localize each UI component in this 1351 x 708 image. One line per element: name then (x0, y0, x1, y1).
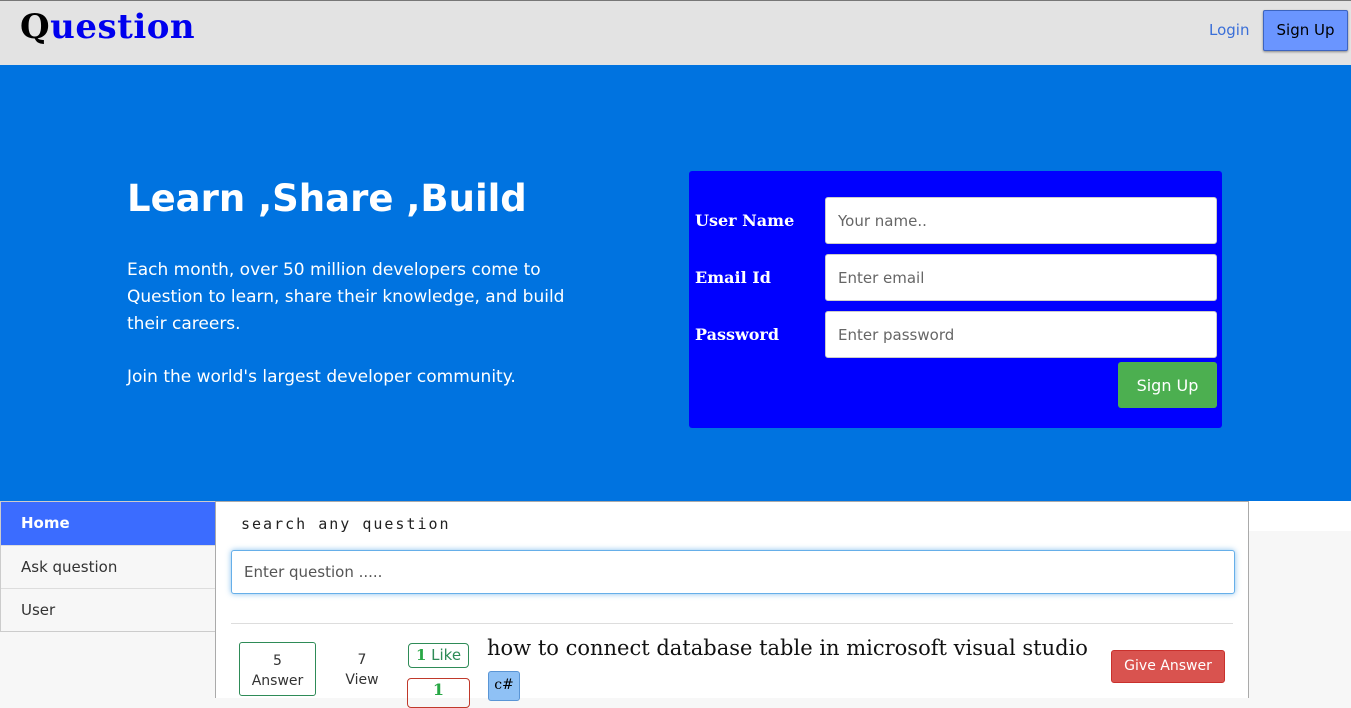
sidebar-item-ask-question[interactable]: Ask question (1, 545, 215, 588)
logo-rest: uestion (50, 7, 196, 47)
like-label: Like (431, 646, 462, 664)
hero-section: Learn ,Share ,Build Each month, over 50 … (0, 65, 1351, 501)
signup-button-top[interactable]: Sign Up (1263, 10, 1348, 51)
search-input[interactable] (231, 550, 1235, 594)
signup-form: User Name Email Id Password Sign Up (689, 171, 1222, 428)
view-count-label: View (345, 672, 379, 688)
hero-join-text: Join the world's largest developer commu… (127, 367, 516, 387)
question-tag[interactable]: c# (488, 671, 520, 701)
email-input[interactable] (825, 254, 1217, 301)
view-count: 7 (357, 652, 367, 668)
email-label: Email Id (695, 268, 771, 287)
sidebar-item-home[interactable]: Home (1, 502, 215, 545)
divider (231, 623, 1233, 624)
right-strip (1248, 501, 1351, 531)
answer-count-box: 5 Answer (239, 642, 316, 696)
give-answer-button[interactable]: Give Answer (1111, 650, 1225, 683)
username-label: User Name (695, 211, 795, 230)
top-navbar: Question Login Sign Up (0, 0, 1351, 65)
username-input[interactable] (825, 197, 1217, 244)
dislike-button[interactable]: 1 (407, 678, 470, 708)
signup-submit-button[interactable]: Sign Up (1118, 362, 1217, 408)
password-input[interactable] (825, 311, 1217, 358)
logo-first-letter: Q (20, 7, 51, 47)
answer-count-label: Answer (251, 673, 304, 689)
hero-description: Each month, over 50 million developers c… (127, 260, 565, 334)
view-count-box: 7 View (324, 642, 400, 696)
login-link[interactable]: Login (1209, 21, 1249, 39)
question-title[interactable]: how to connect database table in microso… (487, 636, 1088, 660)
like-button[interactable]: 1 Like (408, 643, 469, 668)
hero-title: Learn ,Share ,Build (127, 177, 527, 220)
answer-count: 5 (273, 653, 282, 669)
main-content: search any question 5 Answer 7 View 1 Li… (215, 501, 1249, 708)
like-count: 1 (415, 646, 427, 664)
dislike-count: 1 (432, 680, 445, 699)
search-caption: search any question (241, 515, 451, 533)
sidebar-nav: Home Ask question User (0, 501, 216, 632)
sidebar-item-user[interactable]: User (1, 588, 215, 631)
password-label: Password (695, 325, 780, 344)
logo[interactable]: Question (20, 7, 195, 47)
